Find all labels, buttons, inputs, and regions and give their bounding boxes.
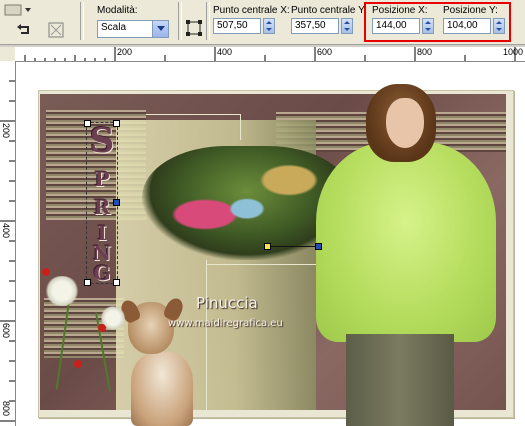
mode-label: Modalità: xyxy=(97,5,138,16)
pos-x-field[interactable]: 144,00 xyxy=(372,18,420,34)
watermark-name: Pinuccia xyxy=(196,294,258,312)
woman-face xyxy=(386,98,424,148)
center-x-label: Punto centrale X: xyxy=(213,5,290,16)
spring-letter: S xyxy=(89,121,115,161)
bounding-box-icon[interactable] xyxy=(184,18,204,38)
clover-flower xyxy=(44,276,80,306)
v-ruler-label: 400 xyxy=(1,223,11,239)
pos-y-label: Posizione Y: xyxy=(443,5,498,16)
center-x-spin-buttons[interactable] xyxy=(263,18,275,34)
vertical-ruler: 200 400 600 800 xyxy=(0,61,16,426)
selection-handle[interactable] xyxy=(113,120,120,127)
pos-y-field[interactable]: 104,00 xyxy=(443,18,491,34)
toolbar-separator xyxy=(80,2,84,40)
rotate-handle[interactable] xyxy=(264,243,271,250)
control-line xyxy=(266,246,318,247)
deco-line xyxy=(146,114,241,115)
h-ruler-label: 400 xyxy=(217,47,233,57)
pos-x-label: Posizione X: xyxy=(372,5,428,16)
v-ruler-label: 800 xyxy=(1,401,11,417)
v-ruler-label: 600 xyxy=(1,323,11,339)
h-ruler-label: 200 xyxy=(117,47,133,57)
center-handle[interactable] xyxy=(315,243,322,250)
v-ruler-label: 200 xyxy=(1,123,11,139)
center-y-spin-buttons[interactable] xyxy=(341,18,353,34)
selection-handle[interactable] xyxy=(84,279,91,286)
reset-icon[interactable] xyxy=(14,20,34,40)
horizontal-ruler: 200 400 600 800 1000 xyxy=(15,47,525,62)
h-ruler-label: 1000 xyxy=(503,47,524,57)
mode-value: Scala xyxy=(101,22,127,33)
woman-pants xyxy=(346,334,454,426)
toolbar-separator xyxy=(178,2,182,40)
ruler-corner xyxy=(0,47,16,62)
center-y-label: Punto centrale Y: xyxy=(291,5,367,16)
spring-letter: P xyxy=(94,167,110,191)
dog-image xyxy=(131,352,193,426)
watermark-url: www.maidiregrafica.eu xyxy=(168,318,283,329)
deco-line xyxy=(240,114,241,140)
deco-line xyxy=(206,260,207,410)
woman-image xyxy=(316,142,496,342)
chevron-down-icon[interactable] xyxy=(152,21,168,37)
mode-dropdown[interactable]: Scala xyxy=(97,20,169,38)
h-ruler-label: 600 xyxy=(317,47,333,57)
ladybug xyxy=(98,324,106,332)
selection-handle[interactable] xyxy=(113,199,120,206)
ladybug xyxy=(42,268,50,276)
ladybug xyxy=(74,360,82,368)
tool-options-toolbar: Modalità: Scala Punto centrale X: 507,50… xyxy=(0,0,525,45)
pos-y-spin-buttons[interactable] xyxy=(493,18,505,34)
selection-handle[interactable] xyxy=(84,120,91,127)
image-canvas[interactable]: S P R I N G Pinuccia www.maidiregrafica.… xyxy=(16,62,525,426)
h-ruler-label: 800 xyxy=(417,47,433,57)
spring-title-selection[interactable]: S P R I N G xyxy=(84,120,120,286)
toolbar-separator xyxy=(206,2,210,40)
center-x-field[interactable]: 507,50 xyxy=(213,18,261,34)
selection-handle[interactable] xyxy=(113,279,120,286)
center-y-field[interactable]: 357,50 xyxy=(291,18,339,34)
tool-preset-icon[interactable] xyxy=(2,2,34,18)
apply-icon[interactable] xyxy=(46,20,66,40)
pos-x-spin-buttons[interactable] xyxy=(422,18,434,34)
